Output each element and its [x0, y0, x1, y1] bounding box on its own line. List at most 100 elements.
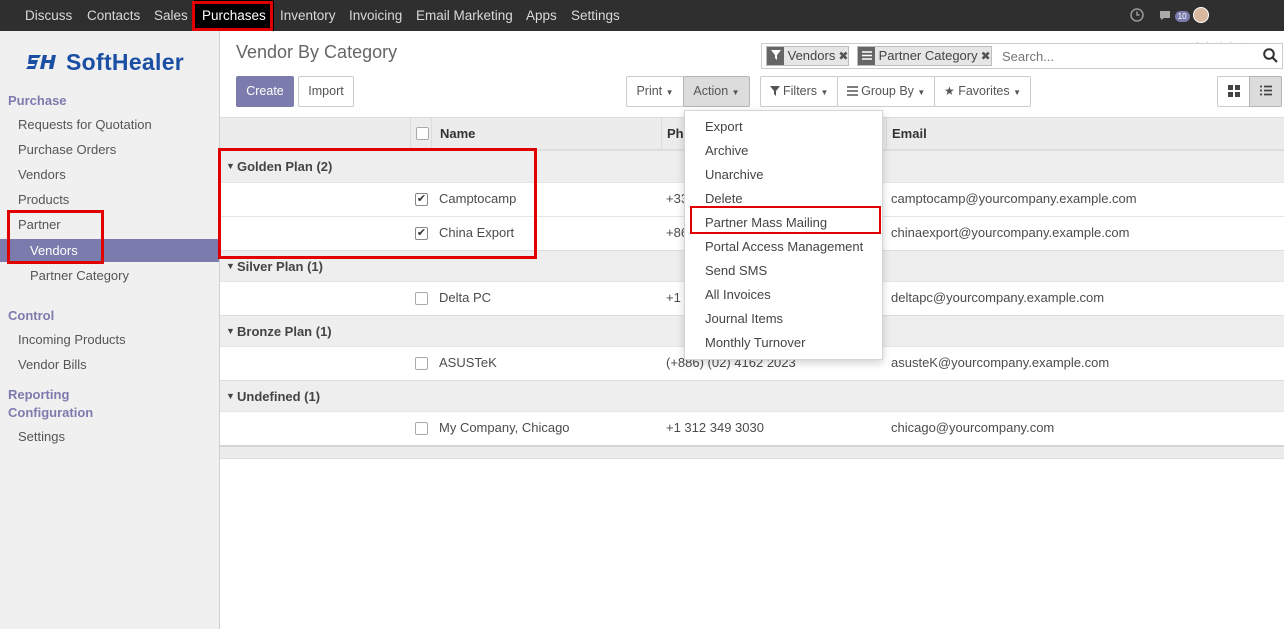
menu-purchases[interactable]: Purchases — [194, 0, 274, 31]
logo-text: SoftHealer — [66, 49, 185, 75]
activity-clock-icon[interactable] — [1130, 0, 1144, 31]
groupby-button[interactable]: Group By ▼ — [837, 76, 935, 107]
group-row-undefined[interactable]: ▼ Undefined (1) — [220, 380, 1284, 412]
list-view-icon — [1259, 84, 1272, 98]
messages-icon[interactable]: 10 — [1159, 0, 1190, 31]
filter-icon — [767, 47, 784, 65]
menu-item-partner-mass-mailing[interactable]: Partner Mass Mailing — [705, 215, 827, 230]
sidebar-item-incoming-products[interactable]: Incoming Products — [18, 332, 126, 347]
row-checkbox[interactable] — [415, 357, 428, 370]
menu-item-journal-items[interactable]: Journal Items — [705, 311, 783, 326]
group-label: Bronze Plan (1) — [237, 324, 332, 339]
cell-phone: +1 312 349 3030 — [666, 420, 764, 435]
table-row[interactable]: My Company, Chicago +1 312 349 3030 chic… — [220, 411, 1284, 445]
remove-facet-icon[interactable]: ✖ — [838, 49, 848, 63]
menu-item-all-invoices[interactable]: All Invoices — [705, 287, 771, 302]
sidebar-item-settings[interactable]: Settings — [18, 429, 65, 444]
menu-email-marketing[interactable]: Email Marketing — [416, 0, 513, 31]
filter-icon — [769, 84, 783, 98]
avatar — [1193, 7, 1209, 23]
menu-apps[interactable]: Apps — [526, 0, 557, 31]
import-button[interactable]: Import — [298, 76, 354, 107]
cell-email: deltapc@yourcompany.example.com — [891, 290, 1105, 305]
groupby-label: Group By — [861, 84, 914, 98]
list-icon — [846, 84, 861, 98]
sidebar-item-products[interactable]: Products — [18, 192, 69, 207]
caret-down-icon: ▼ — [917, 88, 926, 97]
menu-inventory[interactable]: Inventory — [280, 0, 336, 31]
row-checkbox[interactable] — [415, 292, 428, 305]
cell-name: ASUSTeK — [439, 355, 497, 370]
create-button[interactable]: Create — [236, 76, 294, 107]
user-menu[interactable]: Administrato — [1193, 0, 1284, 54]
row-checkbox[interactable] — [415, 422, 428, 435]
menu-item-portal-access-management[interactable]: Portal Access Management — [705, 239, 863, 254]
sidebar-item-partner-vendors[interactable]: Vendors — [0, 239, 219, 262]
action-dropdown-menu: Export Archive Unarchive Delete Partner … — [684, 110, 883, 360]
action-button[interactable]: Action ▼ — [683, 76, 750, 107]
menu-discuss[interactable]: Discuss — [25, 0, 72, 31]
column-phone[interactable]: Ph — [667, 118, 684, 149]
column-name[interactable]: Name — [440, 118, 475, 149]
message-count-badge: 10 — [1174, 11, 1190, 22]
sidebar-item-partner-category[interactable]: Partner Category — [30, 268, 129, 283]
menu-settings[interactable]: Settings — [571, 0, 620, 31]
sidebar-heading-reporting[interactable]: Reporting — [8, 387, 69, 402]
sidebar-heading-control: Control — [8, 308, 55, 323]
sidebar-heading-purchase: Purchase — [8, 93, 67, 108]
favorites-button[interactable]: ★ Favorites ▼ — [934, 76, 1031, 107]
menu-item-export[interactable]: Export — [705, 119, 743, 134]
print-label: Print — [636, 84, 663, 98]
kanban-icon — [1227, 84, 1240, 98]
menu-item-delete[interactable]: Delete — [705, 191, 743, 206]
cell-email: chicago@yourcompany.com — [891, 420, 1055, 435]
cell-name: Delta PC — [439, 290, 492, 305]
sidebar-item-partner[interactable]: Partner — [18, 217, 61, 232]
cell-name: My Company, Chicago — [439, 420, 570, 435]
caret-down-icon: ▼ — [226, 261, 235, 271]
caret-down-icon: ▼ — [731, 88, 740, 97]
sidebar-item-vendors[interactable]: Vendors — [18, 167, 66, 182]
facet-partner-category-label: Partner Category — [878, 48, 978, 63]
sidebar-item-vendor-bills[interactable]: Vendor Bills — [18, 357, 87, 372]
menu-item-archive[interactable]: Archive — [705, 143, 748, 158]
select-all-checkbox[interactable] — [416, 127, 429, 140]
menu-item-monthly-turnover[interactable]: Monthly Turnover — [705, 335, 805, 350]
sidebar-item-purchase-orders[interactable]: Purchase Orders — [18, 142, 116, 157]
cell-email: asusteK@yourcompany.example.com — [891, 355, 1110, 370]
cell-email: camptocamp@yourcompany.example.com — [891, 191, 1137, 206]
kanban-view-button[interactable] — [1217, 76, 1250, 107]
sidebar-item-requests-for-quotation[interactable]: Requests for Quotation — [18, 117, 152, 132]
filters-button[interactable]: Filters ▼ — [760, 76, 838, 107]
column-email[interactable]: Email — [892, 118, 927, 149]
list-footer — [220, 445, 1284, 459]
group-label: Undefined (1) — [237, 389, 321, 404]
menu-sales[interactable]: Sales — [154, 0, 188, 31]
page-title: Vendor By Category — [236, 42, 398, 62]
menu-item-unarchive[interactable]: Unarchive — [705, 167, 764, 182]
sidebar: SoftHealer Purchase Requests for Quotati… — [0, 31, 220, 629]
search-box[interactable]: Vendors ✖ Partner Category ✖ — [761, 43, 1283, 69]
top-navbar: Discuss Contacts Sales Purchases Invento… — [0, 0, 1284, 54]
caret-down-icon: ▼ — [665, 88, 674, 97]
group-label: Silver Plan (1) — [237, 259, 323, 274]
menu-invoicing[interactable]: Invoicing — [349, 0, 402, 31]
cell-email: chinaexport@yourcompany.example.com — [891, 225, 1130, 240]
caret-down-icon: ▼ — [226, 326, 235, 336]
row-checkbox[interactable]: ✔ — [415, 193, 428, 206]
print-button[interactable]: Print ▼ — [626, 76, 684, 107]
facet-vendors: Vendors ✖ — [766, 46, 850, 66]
menu-contacts[interactable]: Contacts — [87, 0, 140, 31]
menu-item-send-sms[interactable]: Send SMS — [705, 263, 767, 278]
star-icon: ★ — [943, 84, 955, 98]
caret-down-icon: ▼ — [820, 88, 829, 97]
sidebar-heading-configuration: Configuration — [8, 405, 94, 420]
list-view-button[interactable] — [1249, 76, 1282, 107]
search-input[interactable] — [1000, 46, 1250, 66]
facet-partner-category: Partner Category ✖ — [857, 46, 992, 66]
remove-facet-icon[interactable]: ✖ — [981, 49, 991, 63]
row-checkbox[interactable]: ✔ — [415, 227, 428, 240]
caret-down-icon: ▼ — [1013, 88, 1022, 97]
search-icon[interactable] — [1263, 48, 1278, 66]
action-label: Action — [693, 84, 729, 98]
